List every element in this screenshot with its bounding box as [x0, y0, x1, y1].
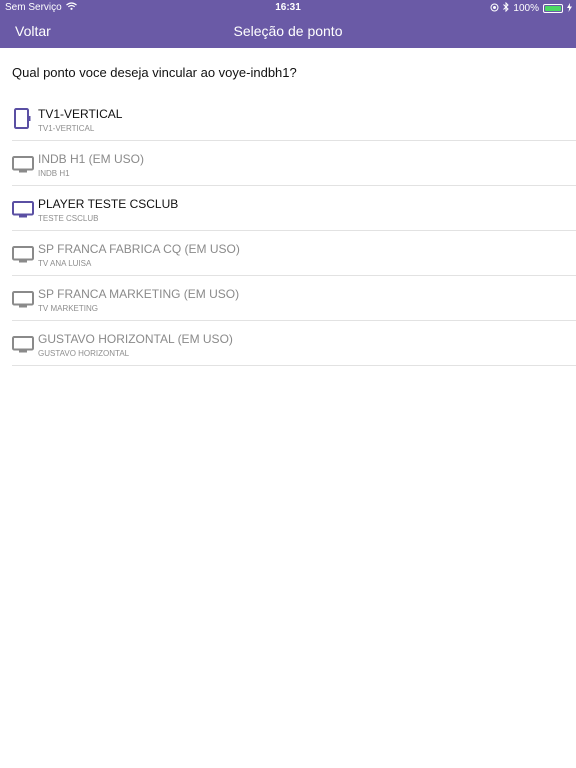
item-subtitle: INDB H1 [38, 169, 70, 178]
item-subtitle: TV MARKETING [38, 304, 99, 313]
page-title: Seleção de ponto [233, 23, 343, 39]
tv-icon [12, 153, 34, 175]
list-item[interactable]: SP FRANCA FABRICA CQ (EM USO) TV ANA LUIS… [12, 231, 576, 276]
item-subtitle: GUSTAVO HORIZONTAL [38, 349, 130, 358]
status-right: 100% [490, 1, 572, 15]
tv-icon [12, 333, 34, 355]
location-icon [490, 3, 499, 15]
item-title: PLAYER TESTE CSCLUB [38, 197, 179, 211]
list-item[interactable]: SP FRANCA MARKETING (EM USO) TV MARKETING [12, 276, 576, 321]
item-title: INDB H1 (EM USO) [38, 152, 145, 166]
item-title: TV1-VERTICAL [38, 107, 123, 121]
battery-label: 100% [513, 3, 539, 14]
tv-icon [12, 288, 34, 310]
tv-icon [12, 198, 34, 220]
item-subtitle: TV ANA LUISA [38, 259, 92, 268]
item-title: SP FRANCA MARKETING (EM USO) [38, 287, 240, 301]
list-item[interactable]: GUSTAVO HORIZONTAL (EM USO) GUSTAVO HORIZ… [12, 321, 576, 366]
list-item[interactable]: PLAYER TESTE CSCLUB TESTE CSCLUB [12, 186, 576, 231]
item-subtitle: TESTE CSCLUB [38, 214, 99, 223]
point-list: TV1-VERTICAL TV1-VERTICAL INDB H1 (EM USO)… [12, 96, 576, 366]
item-subtitle: TV1-VERTICAL [38, 124, 95, 133]
item-title: SP FRANCA FABRICA CQ (EM USO) [38, 242, 240, 256]
item-title: GUSTAVO HORIZONTAL (EM USO) [38, 332, 233, 346]
selection-question: Qual ponto voce deseja vincular ao voye-… [12, 65, 297, 80]
back-button[interactable]: Voltar [15, 23, 51, 39]
header: Sem Serviço 16:31 100% Seleção de ponto … [0, 0, 576, 48]
tv-icon [12, 243, 34, 265]
bluetooth-icon [503, 1, 510, 15]
status-bar: Sem Serviço 16:31 100% [0, 0, 576, 16]
navigation-bar: Seleção de ponto Voltar [0, 16, 576, 48]
charging-icon [567, 2, 572, 15]
list-item[interactable]: INDB H1 (EM USO) INDB H1 [12, 141, 576, 186]
tv-vertical-icon [12, 108, 34, 130]
list-item[interactable]: TV1-VERTICAL TV1-VERTICAL [12, 96, 576, 141]
battery-icon [543, 4, 563, 13]
